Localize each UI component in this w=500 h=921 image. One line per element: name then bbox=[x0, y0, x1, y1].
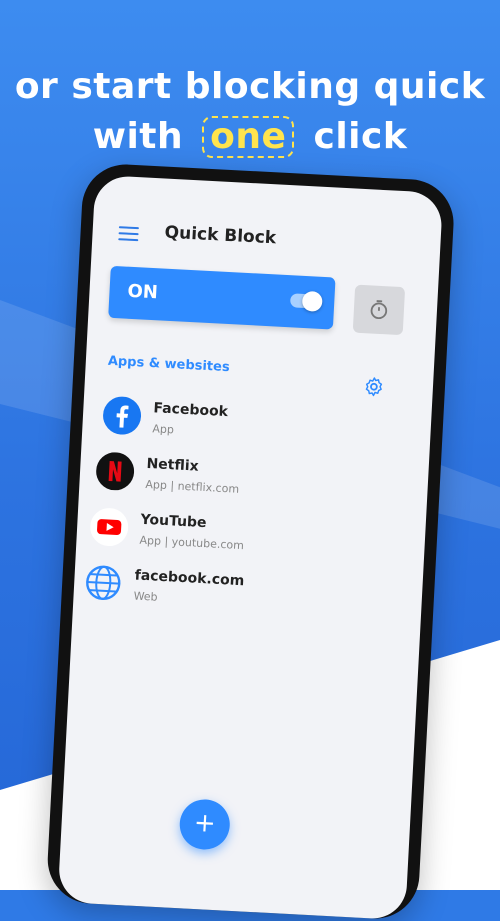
item-name: Netflix bbox=[146, 456, 199, 475]
quick-block-toggle[interactable] bbox=[290, 293, 321, 309]
item-sub: Web bbox=[133, 589, 158, 603]
headline-highlight-box: one bbox=[198, 112, 298, 162]
headline-suffix: click bbox=[314, 116, 408, 157]
item-sub: App | youtube.com bbox=[139, 534, 244, 552]
add-button[interactable]: + bbox=[178, 798, 231, 851]
settings-gear-icon[interactable] bbox=[362, 375, 385, 398]
headline-line-2: with one click bbox=[0, 112, 500, 162]
status-label: ON bbox=[127, 281, 158, 304]
item-name: YouTube bbox=[140, 512, 207, 531]
quick-block-status-card[interactable]: ON bbox=[108, 266, 335, 330]
netflix-icon bbox=[95, 451, 135, 491]
item-sub: App bbox=[152, 422, 174, 436]
stopwatch-icon bbox=[367, 298, 390, 321]
phone-frame: Quick Block ON Apps & websites bbox=[46, 162, 456, 920]
item-name: facebook.com bbox=[134, 567, 244, 589]
timer-button[interactable] bbox=[353, 285, 405, 336]
phone-screen: Quick Block ON Apps & websites bbox=[58, 175, 444, 920]
app-title: Quick Block bbox=[164, 223, 276, 249]
section-title: Apps & websites bbox=[107, 354, 230, 375]
headline-highlight: one bbox=[202, 116, 294, 158]
headline: or start blocking quick with one click bbox=[0, 62, 500, 162]
facebook-icon bbox=[102, 396, 142, 436]
globe-icon bbox=[83, 563, 123, 603]
headline-prefix: with bbox=[93, 116, 183, 157]
headline-line-1: or start blocking quick bbox=[0, 62, 500, 112]
hamburger-menu-icon[interactable] bbox=[118, 226, 139, 241]
toggle-knob bbox=[302, 291, 323, 312]
item-name: Facebook bbox=[153, 400, 228, 420]
item-sub: App | netflix.com bbox=[145, 478, 239, 496]
youtube-icon bbox=[89, 507, 129, 547]
